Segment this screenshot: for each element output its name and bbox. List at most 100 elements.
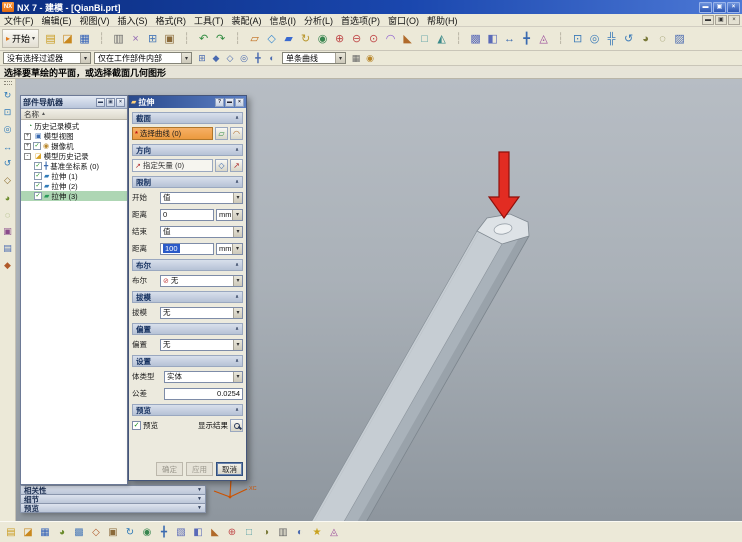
start-menu-button[interactable]: ▸ 开始 ▾	[2, 29, 40, 48]
shaded-view-button[interactable]: ◕	[1, 191, 15, 204]
dialog-help-button[interactable]: ?	[215, 97, 224, 107]
snapshot-button[interactable]: ▣	[1, 225, 15, 238]
menu-item[interactable]: 编辑(E)	[38, 14, 76, 26]
part-navigator-header[interactable]: 部件导航器 ▬ ▣ ×	[21, 96, 127, 109]
start-distance-input[interactable]: 0	[160, 208, 214, 221]
csys-button[interactable]: ╋	[156, 524, 172, 540]
cut-button[interactable]: ×	[127, 30, 144, 47]
menu-item[interactable]: 视图(V)	[76, 14, 114, 26]
boolean-combo[interactable]: ⊘ 无 ▾	[160, 274, 243, 287]
pan-view-button[interactable]: ↔	[1, 140, 15, 153]
separator[interactable]: ┆	[450, 30, 467, 47]
body-type-combo[interactable]: 实体 ▾	[164, 370, 243, 383]
tree-expander-icon[interactable]: +	[24, 142, 31, 150]
mirror-button[interactable]: ◧	[484, 30, 501, 47]
navigator-column-header[interactable]: 名称 ▲	[21, 109, 127, 120]
subtract-button[interactable]: ⊖	[348, 30, 365, 47]
template-button[interactable]: ▤	[3, 524, 19, 540]
unite-button[interactable]: ⊕	[331, 30, 348, 47]
favorites-button[interactable]: ★	[309, 524, 325, 540]
menu-item[interactable]: 装配(A)	[228, 14, 266, 26]
window-minimize-button[interactable]: ▬	[699, 1, 712, 13]
menu-item[interactable]: 信息(I)	[266, 14, 301, 26]
wireframe-button[interactable]: ◌	[654, 30, 671, 47]
unite-button[interactable]: ⊕	[224, 524, 240, 540]
dialog-close-button[interactable]: ×	[235, 97, 244, 107]
dialog-minimize-button[interactable]: ▬	[225, 97, 234, 107]
window-close-button[interactable]: ×	[727, 1, 740, 13]
offset-combo[interactable]: 无 ▾	[160, 338, 243, 351]
tree-checkbox[interactable]: ✓	[34, 172, 42, 180]
direction-group-header[interactable]: 方向 ∧	[132, 144, 243, 156]
revolve-button[interactable]: ↻	[297, 30, 314, 47]
limits-group-header[interactable]: 限制 ∧	[132, 176, 243, 188]
document-minimize-button[interactable]: ▬	[702, 15, 714, 25]
preview-panel-bar[interactable]: 预览 ▼	[20, 503, 206, 513]
snap-point-toggle[interactable]: ⊞	[195, 52, 209, 65]
tree-checkbox[interactable]: ✓	[34, 162, 42, 170]
tree-expander-icon[interactable]: +	[24, 132, 31, 140]
dialog-title-bar[interactable]: ▰ 拉伸 ? ▬ ×	[129, 96, 246, 108]
section-group-header[interactable]: 截面 ∧	[132, 112, 243, 124]
menu-item[interactable]: 文件(F)	[0, 14, 38, 26]
menu-item[interactable]: 插入(S)	[114, 14, 152, 26]
list-button[interactable]: ▥	[275, 524, 291, 540]
snap-center-toggle[interactable]: ◎	[237, 52, 251, 65]
measure-button[interactable]: ╋	[518, 30, 535, 47]
tree-expander-icon[interactable]: -	[24, 152, 31, 160]
panel-restore-button[interactable]: ▣	[106, 97, 115, 107]
preview-group-header[interactable]: 预览 ∧	[132, 404, 243, 416]
analysis-button[interactable]: ◬	[326, 524, 342, 540]
apply-button[interactable]: 应用	[186, 462, 213, 476]
extrude-button[interactable]: ▰	[280, 30, 297, 47]
vector-dialog-button[interactable]: ◇	[215, 159, 228, 172]
draft-combo[interactable]: 无 ▾	[160, 306, 243, 319]
separator[interactable]: ┆	[229, 30, 246, 47]
tree-item-extrude-3[interactable]: ✓ ▰ 拉伸 (3)	[21, 191, 127, 201]
shaded-button[interactable]: ◕	[637, 30, 654, 47]
move-button[interactable]: ↔	[501, 30, 518, 47]
curve-rule-combo[interactable]: 单条曲线 ▾	[282, 52, 346, 64]
menu-item[interactable]: 帮助(H)	[423, 14, 462, 26]
edge-blend-button[interactable]: ◠	[382, 30, 399, 47]
general-selection-toggle[interactable]: ▦	[349, 52, 363, 65]
pencil-body[interactable]	[292, 213, 530, 521]
tree-checkbox[interactable]: ✓	[34, 192, 42, 200]
copy-button[interactable]: ⊞	[144, 30, 161, 47]
contrast-button[interactable]: ◑	[258, 524, 274, 540]
menu-item[interactable]: 工具(T)	[190, 14, 228, 26]
tolerance-input[interactable]: 0.0254	[164, 387, 243, 400]
draft-group-header[interactable]: 拔模 ∧	[132, 291, 243, 303]
separator[interactable]: ┆	[93, 30, 110, 47]
highlight-toggle[interactable]: ◉	[363, 52, 377, 65]
preview-checkbox[interactable]: ✓	[132, 421, 141, 430]
document-close-button[interactable]: ×	[728, 15, 740, 25]
save-button[interactable]: ▦	[76, 30, 93, 47]
panel-close-button[interactable]: ×	[116, 97, 125, 107]
end-limit-combo[interactable]: 值 ▾	[160, 225, 243, 238]
start-unit-combo[interactable]: mm ▾	[216, 208, 243, 221]
display-mode-button[interactable]: ◕	[54, 524, 70, 540]
settings-group-header[interactable]: 设置 ∧	[132, 355, 243, 367]
tree-checkbox[interactable]: ✓	[33, 142, 41, 150]
tree-item-model-history[interactable]: - ◪ 模型历史记录	[21, 151, 127, 161]
swatch-button[interactable]: ▣	[105, 524, 121, 540]
curve-rule-button[interactable]: ◠	[230, 127, 243, 140]
menu-item[interactable]: 格式(R)	[152, 14, 191, 26]
snap-quadrant-toggle[interactable]: ◐	[265, 52, 279, 65]
snap-midpoint-toggle[interactable]: ◇	[223, 52, 237, 65]
print-button[interactable]: ▥	[110, 30, 127, 47]
end-distance-input[interactable]: 100	[160, 242, 214, 255]
point-button[interactable]: ◉	[139, 524, 155, 540]
window-restore-button[interactable]: ▣	[713, 1, 726, 13]
pattern-button[interactable]: ▧	[173, 524, 189, 540]
sketch-section-button[interactable]: ▱	[215, 127, 228, 140]
analysis-button[interactable]: ◬	[535, 30, 552, 47]
panel-minimize-button[interactable]: ▬	[96, 97, 105, 107]
paste-button[interactable]: ▣	[161, 30, 178, 47]
refresh-button[interactable]: ↻	[122, 524, 138, 540]
document-restore-button[interactable]: ▣	[715, 15, 727, 25]
fit-view-button[interactable]: ⊡	[1, 106, 15, 119]
menu-item[interactable]: 首选项(P)	[337, 14, 384, 26]
separator[interactable]: ┆	[552, 30, 569, 47]
